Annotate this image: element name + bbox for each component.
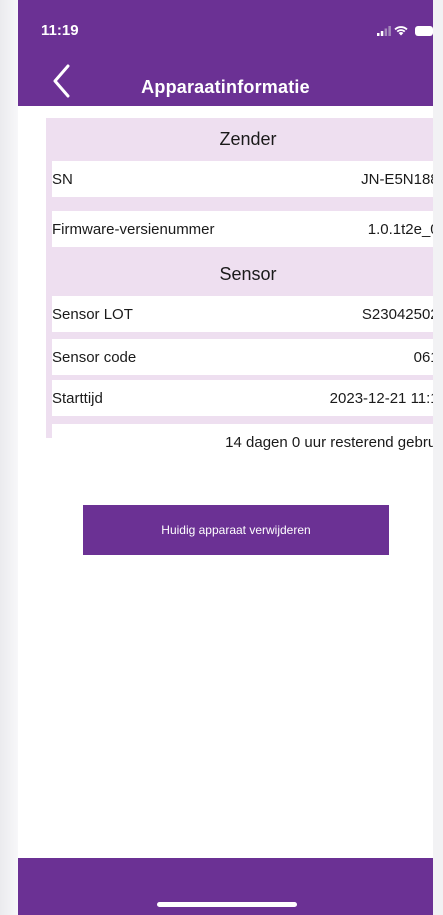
row-label: Starttijd [52, 389, 103, 407]
row-label: Firmware-versienummer [52, 220, 215, 238]
section-title-sensor: Sensor [219, 264, 277, 284]
row-value: 2023-12-21 11:17 [329, 389, 433, 407]
info-row-sensor-code: Sensor code 0617 [52, 339, 433, 375]
info-row-sensor-lot: Sensor LOT S230425022 [52, 296, 433, 332]
info-row-serial-number: SN JN-E5N1883 [52, 161, 433, 197]
row-label: Sensor code [52, 348, 137, 366]
bottom-bar [18, 858, 433, 915]
row-value: 0617 [413, 348, 433, 366]
status-icons [363, 24, 433, 38]
row-label: Sensor LOT [52, 305, 133, 323]
status-time: 11:19 [41, 22, 79, 39]
app-screen: 11:19 Apparaatinformatie Zender SN JN-E5… [18, 0, 433, 915]
info-row-remaining-usage: 14 dagen 0 uur resterend gebruik [52, 424, 433, 460]
page-title: Apparaatinformatie [141, 77, 310, 97]
home-indicator[interactable] [157, 902, 297, 907]
header-bar: 11:19 Apparaatinformatie [18, 0, 433, 106]
row-value: 1.0.1t2e_02 [367, 220, 433, 238]
device-info-card: Zender SN JN-E5N1883 Firmware-versienumm… [46, 118, 433, 438]
remaining-usage-text: 14 dagen 0 uur resterend gebruik [225, 433, 433, 451]
screen-edge [0, 0, 18, 915]
row-value: JN-E5N1883 [361, 170, 433, 188]
row-label: SN [52, 170, 73, 188]
delete-device-button[interactable]: Huidig apparaat verwijderen [83, 505, 389, 555]
row-value: S230425022 [361, 305, 433, 323]
wifi-icon [394, 26, 408, 36]
signal-icon [377, 26, 391, 36]
section-title-transmitter: Zender [219, 129, 277, 149]
info-row-firmware: Firmware-versienummer 1.0.1t2e_02 [52, 211, 433, 247]
info-row-start-time: Starttijd 2023-12-21 11:17 [52, 380, 433, 416]
battery-icon [415, 26, 433, 36]
